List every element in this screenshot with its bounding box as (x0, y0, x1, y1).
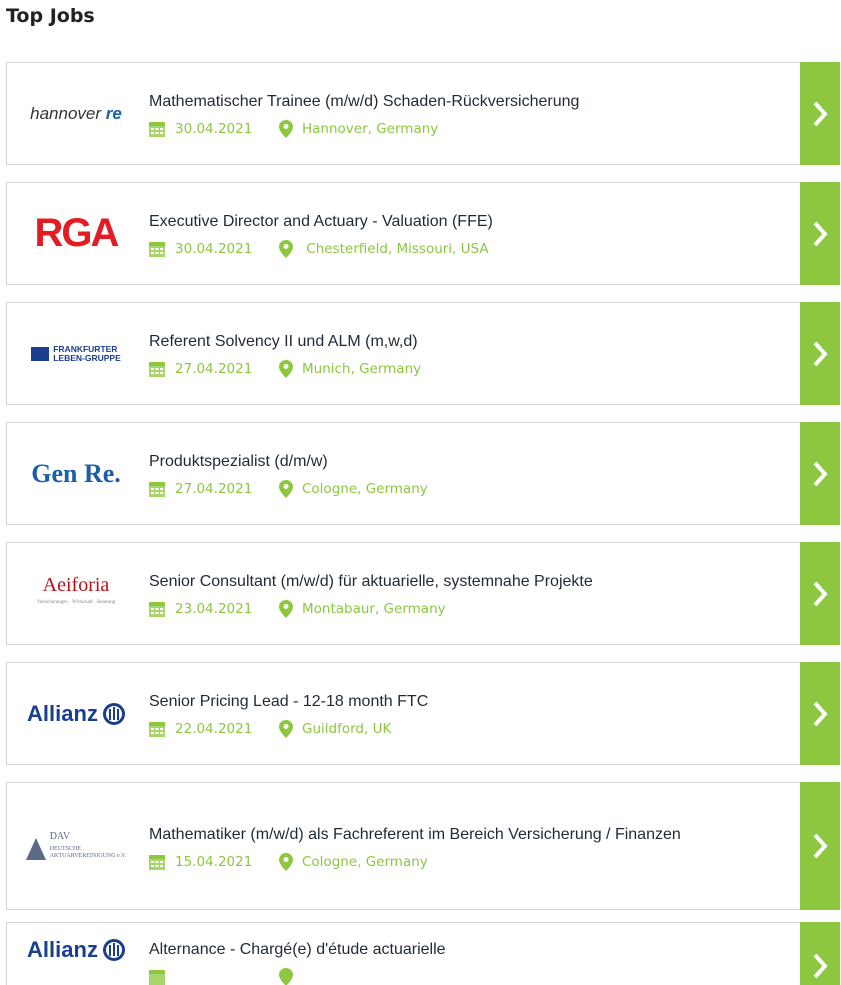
chevron-right-icon (813, 341, 828, 366)
job-location: Montabaur, Germany (302, 601, 446, 617)
location-pin-icon (279, 720, 293, 738)
job-card[interactable]: Allianz Senior Pricing Lead - 12-18 mont… (6, 662, 840, 765)
open-job-button[interactable] (800, 782, 840, 910)
rga-logo: RGA (34, 211, 120, 255)
section-title: Top Jobs (6, 5, 95, 27)
open-job-button[interactable] (800, 542, 840, 645)
job-location: Cologne, Germany (302, 853, 428, 870)
top-jobs-widget: Top Jobs hannover re Mathematischer Trai… (0, 0, 841, 985)
job-card[interactable]: hannover re Mathematischer Trainee (m/w/… (6, 62, 840, 165)
location-pin-icon (279, 120, 293, 138)
job-date: 30.04.2021 (175, 121, 253, 137)
chevron-right-icon (813, 701, 828, 726)
job-card[interactable]: Aeiforia Versicherungen · Wirtschaft · Be… (6, 542, 840, 645)
frankfurter-leben-logo: FRANKFURTER LEBEN-GRUPPE (7, 303, 145, 404)
calendar-icon (149, 242, 165, 257)
job-card[interactable]: RGA Executive Director and Actuary - Val… (6, 182, 840, 285)
calendar-icon (149, 854, 165, 870)
open-job-button[interactable] (800, 662, 840, 765)
job-card[interactable]: DAV DEUTSCHE AKTUARVEREINIGUNG e.V. Mathem… (6, 782, 840, 910)
aeiforia-logo: Aeiforia Versicherungen · Wirtschaft · Be… (36, 573, 116, 605)
location-pin-icon (279, 600, 293, 618)
job-location: Guildford, UK (302, 721, 392, 737)
dav-logo: DAV DEUTSCHE AKTUARVEREINIGUNG e.V. (7, 783, 145, 909)
job-date: 23.04.2021 (175, 601, 253, 617)
calendar-icon (149, 482, 165, 497)
open-job-button[interactable] (800, 62, 840, 165)
job-date: 27.04.2021 (175, 361, 253, 377)
job-date: 27.04.2021 (175, 481, 253, 497)
location-pin-icon (279, 480, 293, 498)
calendar-icon (149, 122, 165, 137)
job-title[interactable]: Senior Consultant (m/w/d) für aktuariell… (149, 569, 800, 594)
calendar-icon (149, 970, 165, 985)
location-pin-icon (279, 852, 293, 871)
location-pin-icon (279, 240, 293, 258)
calendar-icon (149, 602, 165, 617)
location-pin-icon (279, 968, 293, 985)
allianz-logo: Allianz (7, 663, 145, 764)
job-date: 30.04.2021 (175, 241, 253, 257)
job-title[interactable]: Produktspezialist (d/m/w) (149, 449, 800, 474)
calendar-icon (149, 362, 165, 377)
location-pin-icon (279, 360, 293, 378)
chevron-right-icon (813, 953, 828, 979)
job-location: Munich, Germany (302, 361, 422, 377)
job-title[interactable]: Senior Pricing Lead - 12-18 month FTC (149, 689, 800, 714)
job-card[interactable]: FRANKFURTER LEBEN-GRUPPE Referent Solvenc… (6, 302, 840, 405)
job-location: Cologne, Germany (302, 481, 428, 497)
chevron-right-icon (813, 833, 828, 859)
job-title[interactable]: Mathematiker (m/w/d) als Fachreferent im… (149, 822, 800, 847)
gen-re-logo: Gen Re. (31, 458, 121, 488)
open-job-button[interactable] (800, 182, 840, 285)
job-card[interactable]: Allianz Alternance - Chargé(e) d'étude a… (6, 922, 840, 985)
open-job-button[interactable] (800, 302, 840, 405)
hannover-re-logo: hannover re (30, 103, 122, 123)
calendar-icon (149, 722, 165, 737)
open-job-button[interactable] (800, 922, 840, 985)
job-card[interactable]: Gen Re. Produktspezialist (d/m/w) 27.04.… (6, 422, 840, 525)
chevron-right-icon (813, 101, 828, 126)
allianz-logo: Allianz (7, 923, 145, 985)
job-title[interactable]: Mathematischer Trainee (m/w/d) Schaden-R… (149, 89, 800, 114)
job-date: 15.04.2021 (175, 853, 253, 870)
chevron-right-icon (813, 581, 828, 606)
chevron-right-icon (813, 221, 828, 246)
chevron-right-icon (813, 461, 828, 486)
job-date: 22.04.2021 (175, 721, 253, 737)
job-title[interactable]: Referent Solvency II und ALM (m,w,d) (149, 329, 800, 354)
job-location: Chesterfield, Missouri, USA (302, 241, 489, 257)
job-title[interactable]: Alternance - Chargé(e) d'étude actuariel… (149, 937, 800, 962)
open-job-button[interactable] (800, 422, 840, 525)
job-title[interactable]: Executive Director and Actuary - Valuati… (149, 209, 800, 234)
job-location: Hannover, Germany (302, 121, 439, 137)
